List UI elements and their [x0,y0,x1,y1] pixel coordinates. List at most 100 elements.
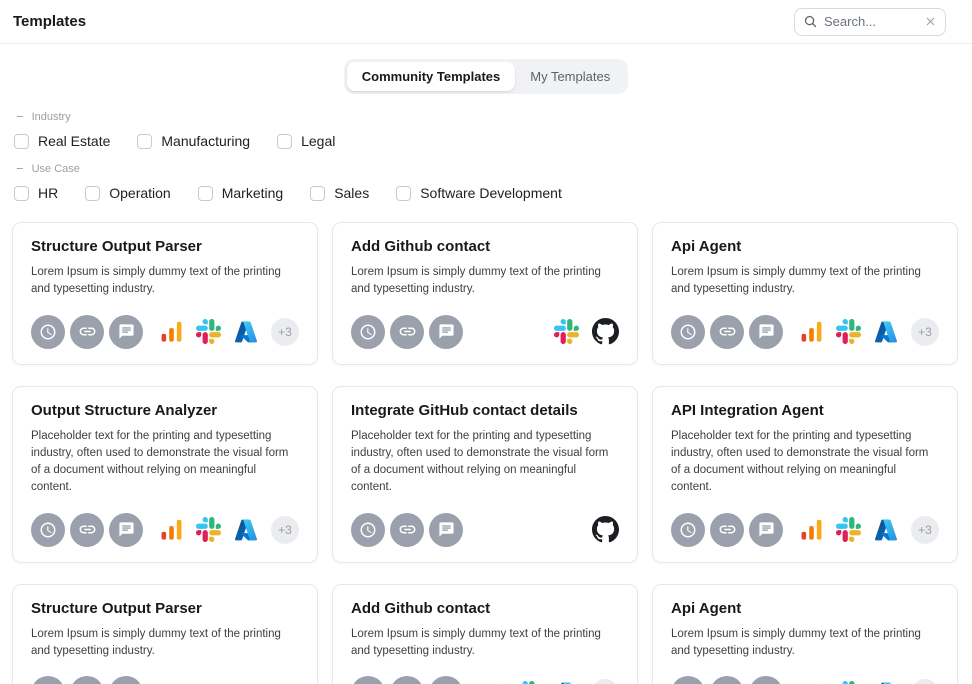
clock-icon[interactable] [31,513,65,547]
clock-icon[interactable] [671,315,705,349]
checkbox-icon[interactable] [198,186,213,201]
template-card[interactable]: Output Structure AnalyzerPlaceholder tex… [12,386,318,563]
template-card[interactable]: Api AgentLorem Ipsum is simply dummy tex… [652,584,958,684]
checkbox-icon[interactable] [14,134,29,149]
checkbox-label: Software Development [420,185,562,201]
card-title: API Integration Agent [671,402,939,419]
more-count-badge[interactable]: +3 [591,679,619,684]
card-actions [351,513,463,547]
tabs-wrapper: Community TemplatesMy Templates [0,59,972,94]
slack-icon [516,681,541,684]
clock-icon[interactable] [31,315,65,349]
card-actions [31,676,143,684]
more-count-badge[interactable]: +3 [911,679,939,684]
card-integrations [554,318,619,345]
filter-option-manufacturing[interactable]: Manufacturing [137,133,250,149]
slack-icon [196,319,221,344]
more-count-badge[interactable]: +3 [271,516,299,544]
card-integrations: +3 [800,318,939,346]
filter-section-title: Industry [32,111,71,123]
clock-icon[interactable] [351,676,385,684]
chat-icon[interactable] [749,513,783,547]
card-title: Structure Output Parser [31,600,299,617]
chat-icon[interactable] [429,676,463,684]
card-integrations: +3 [800,679,939,684]
filter-section-title: Use Case [32,163,80,175]
link-icon[interactable] [390,513,424,547]
card-footer [351,315,619,349]
more-count-badge[interactable]: +3 [911,516,939,544]
filter-option-sales[interactable]: Sales [310,185,369,201]
link-icon[interactable] [70,676,104,684]
chat-icon[interactable] [749,315,783,349]
filter-option-legal[interactable]: Legal [277,133,335,149]
filter-section-industry: −Industry Real Estate Manufacturing Legal [14,110,972,149]
card-integrations: +3 [480,679,619,684]
template-card[interactable]: Add Github contactLorem Ipsum is simply … [332,584,638,684]
filter-option-operation[interactable]: Operation [85,185,170,201]
template-cards-grid: Structure Output Parser Lorem Ipsum is si… [0,222,972,684]
template-card[interactable]: Structure Output ParserLorem Ipsum is si… [12,584,318,684]
checkbox-label: Sales [334,185,369,201]
chat-icon[interactable] [429,315,463,349]
tab-community-templates[interactable]: Community Templates [347,62,515,91]
minus-icon[interactable]: − [16,162,24,175]
template-card[interactable]: API Integration AgentPlaceholder text fo… [652,386,958,563]
checkbox-label: Marketing [222,185,283,201]
card-footer [31,676,299,684]
template-card[interactable]: Api AgentLorem Ipsum is simply dummy tex… [652,222,958,365]
slack-icon [836,319,861,344]
filter-option-real-estate[interactable]: Real Estate [14,133,110,149]
chat-icon[interactable] [749,676,783,684]
chat-icon[interactable] [109,676,143,684]
checkbox-icon[interactable] [277,134,292,149]
filter-option-marketing[interactable]: Marketing [198,185,283,201]
page-header: Templates [0,0,972,44]
checkbox-icon[interactable] [137,134,152,149]
clock-icon[interactable] [671,676,705,684]
link-icon[interactable] [390,676,424,684]
card-description: Lorem Ipsum is simply dummy text of the … [351,626,619,661]
card-footer: +3 [671,513,939,547]
link-icon[interactable] [70,315,104,349]
filter-option-hr[interactable]: HR [14,185,58,201]
more-count-badge[interactable]: +3 [911,318,939,346]
github-icon [592,318,619,345]
link-icon[interactable] [710,676,744,684]
minus-icon[interactable]: − [16,110,24,123]
checkbox-icon[interactable] [310,186,325,201]
card-actions [671,315,783,349]
link-icon[interactable] [710,513,744,547]
slack-icon [836,517,861,542]
tab-my-templates[interactable]: My Templates [515,62,625,91]
checkbox-icon[interactable] [14,186,29,201]
clock-icon[interactable] [671,513,705,547]
azure-icon [234,518,258,542]
clear-search-button[interactable] [924,15,937,28]
search-box[interactable] [794,8,946,36]
filter-option-software-development[interactable]: Software Development [396,185,562,201]
clock-icon[interactable] [351,315,385,349]
search-input[interactable] [824,14,918,29]
card-description: Lorem Ipsum is simply dummy text of the … [351,264,619,299]
card-footer: +3 [351,676,619,684]
checkbox-icon[interactable] [396,186,411,201]
template-card[interactable]: Integrate GitHub contact detailsPlacehol… [332,386,638,563]
link-icon[interactable] [70,513,104,547]
link-icon[interactable] [390,315,424,349]
link-icon[interactable] [710,315,744,349]
chat-icon[interactable] [109,315,143,349]
clock-icon[interactable] [31,676,65,684]
card-description: Lorem Ipsum is simply dummy text of the … [671,626,939,661]
template-card[interactable]: Structure Output ParserLorem Ipsum is si… [12,222,318,365]
more-count-badge[interactable]: +3 [271,318,299,346]
analytics-bars-icon [160,518,183,541]
template-card[interactable]: Add Github contactLorem Ipsum is simply … [332,222,638,365]
chat-icon[interactable] [429,513,463,547]
checkbox-label: Manufacturing [161,133,250,149]
checkbox-icon[interactable] [85,186,100,201]
card-title: Structure Output Parser [31,238,299,255]
clock-icon[interactable] [351,513,385,547]
analytics-bars-icon [800,320,823,343]
chat-icon[interactable] [109,513,143,547]
